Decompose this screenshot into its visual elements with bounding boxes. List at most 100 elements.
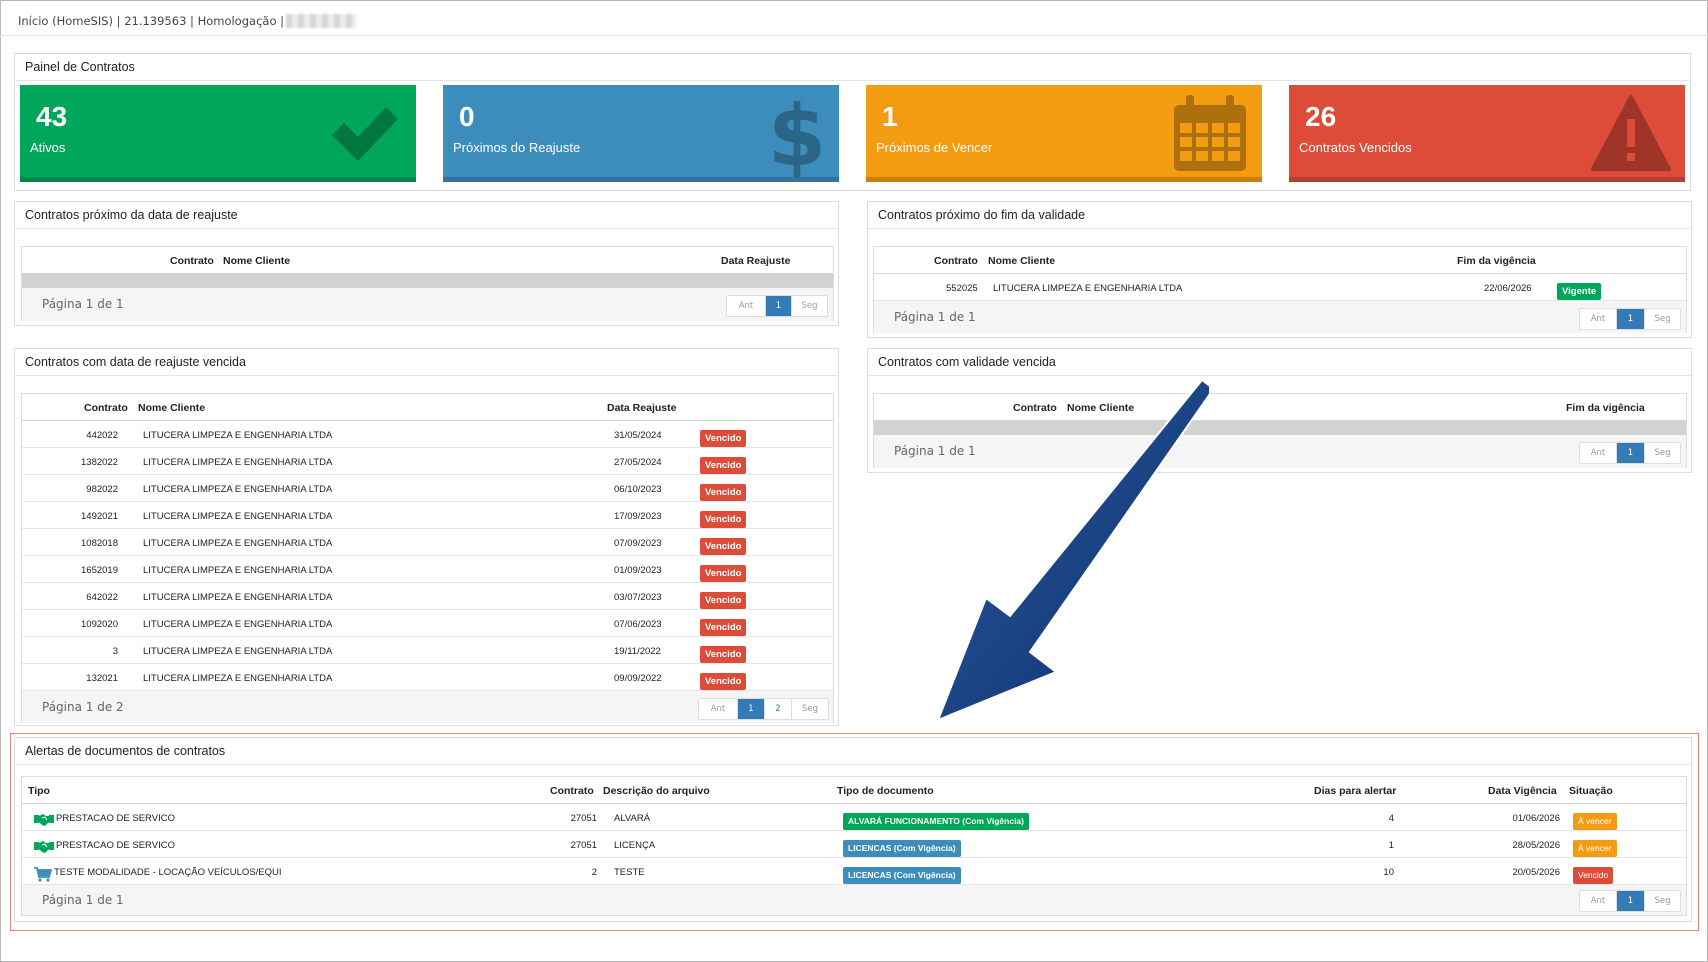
table-row[interactable]: 132021 LITUCERA LIMPEZA E ENGENHARIA LTDA… [22,664,833,691]
next-page-button[interactable]: Seg [791,699,828,719]
prev-page-button[interactable]: Ant [727,296,765,316]
card-count: 43 [36,101,68,132]
table-row[interactable]: PRESTACAO DE SERVICO 27051 ALVARÁ ALVARÁ FU… [22,804,1686,831]
table-row[interactable]: 642022 LITUCERA LIMPEZA E ENGENHARIA LTDA… [22,583,833,610]
cell-cliente: LITUCERA LIMPEZA E ENGENHARIA LTDA [143,673,333,684]
cell-dias: 1 [1388,840,1394,851]
cell-data: 03/07/2023 [614,592,662,603]
cell-contrato: 3 [112,646,118,657]
table-row[interactable]: 442022 LITUCERA LIMPEZA E ENGENHARIA LTDA… [22,421,833,448]
cell-data: 28/05/2026 [1512,840,1560,851]
cell-data: 31/05/2024 [614,430,662,441]
col-contrato: Contrato [170,255,214,267]
cell-contrato: 1092020 [81,619,118,630]
next-page-button[interactable]: Seg [1644,891,1680,911]
status-badge: Vencido [700,484,747,501]
cell-data: 22/06/2026 [1484,283,1532,294]
col-nome-cliente: Nome Cliente [223,255,291,267]
panel-title: Painel de Contratos [15,54,1690,81]
calendar-icon [1174,95,1246,171]
page-1-button[interactable]: 1 [737,699,764,719]
cart-icon [34,867,53,885]
table-row[interactable]: 1382022 LITUCERA LIMPEZA E ENGENHARIA LTD… [22,448,833,475]
cell-cliente: LITUCERA LIMPEZA E ENGENHARIA LTDA [143,538,333,549]
table-row[interactable]: 1652019 LITUCERA LIMPEZA E ENGENHARIA LTD… [22,556,833,583]
page-1-button[interactable]: 1 [1616,443,1644,463]
status-badge: Vencido [700,538,747,555]
col-tipo-documento: Tipo de documento [837,785,934,797]
pagination: Ant 1 Seg [726,295,828,317]
col-nome-cliente: Nome Cliente [988,255,1056,267]
col-fim-vigencia: Fim da vigência [1457,255,1536,267]
table-header: Contrato Nome Cliente Fim da vigência [874,247,1686,274]
header-divider [0,35,1708,36]
table-footer: Página 1 de 1 Ant 1 Seg [22,288,833,321]
card-count: 26 [1305,101,1337,132]
cell-data: 07/06/2023 [614,619,662,630]
cell-contrato: 1382022 [81,457,118,468]
table-row[interactable]: 1492021 LITUCERA LIMPEZA E ENGENHARIA LTD… [22,502,833,529]
table-row[interactable]: 3 LITUCERA LIMPEZA E ENGENHARIA LTDA 19/11… [22,637,833,664]
cell-data: 19/11/2022 [614,646,661,657]
status-badge: Vencido [700,592,747,609]
card-contratos-vencidos[interactable]: 26 Contratos Vencidos [1289,85,1685,182]
status-badge: Vencido [700,673,747,690]
prev-page-button[interactable]: Ant [1580,891,1616,911]
next-page-button[interactable]: Seg [791,296,827,316]
page-2-button[interactable]: 2 [764,699,791,719]
table-header: Contrato Nome Cliente Data Reajuste [22,394,833,421]
col-contrato: Contrato [550,785,594,797]
handshake-icon [34,840,54,857]
table-row[interactable]: 982022 LITUCERA LIMPEZA E ENGENHARIA LTDA… [22,475,833,502]
cell-contrato: 1082018 [81,538,118,549]
page-indicator: Página 1 de 1 [42,893,124,907]
card-footer-bar [1289,177,1685,182]
page-1-button[interactable]: 1 [1616,309,1644,329]
cell-contrato: 552025 [946,283,978,294]
table-row[interactable]: TESTE MODALIDADE - LOCAÇÃO VEÍCULOS/EQUI… [22,858,1686,885]
prev-page-button[interactable]: Ant [1580,309,1616,329]
page-1-button[interactable]: 1 [765,296,791,316]
table-reajuste: Contrato Nome Cliente Data Reajuste Pági… [21,246,834,321]
col-tipo: Tipo [28,785,50,797]
panel-title: Contratos próximo do fim da validade [868,202,1691,229]
prev-page-button[interactable]: Ant [699,699,737,719]
card-footer-bar [20,177,416,182]
card-proximos-reajuste[interactable]: 0 Próximos do Reajuste $ [443,85,839,182]
card-proximos-vencer[interactable]: 1 Próximos de Vencer [866,85,1262,182]
page-1-button[interactable]: 1 [1616,891,1644,911]
next-page-button[interactable]: Seg [1644,443,1680,463]
next-page-button[interactable]: Seg [1644,309,1680,329]
pagination: Ant 1 Seg [1579,890,1681,912]
card-count: 0 [459,101,475,132]
cell-cliente: LITUCERA LIMPEZA E ENGENHARIA LTDA [143,646,333,657]
table-footer: Página 1 de 1 Ant 1 Seg [874,301,1686,333]
cell-data: 09/09/2022 [614,673,662,684]
cell-dias: 10 [1383,867,1394,878]
table-row[interactable]: 1082018 LITUCERA LIMPEZA E ENGENHARIA LTD… [22,529,833,556]
col-data-vigencia: Data Vigência [1488,785,1557,797]
status-badge: Vencido [1573,867,1614,884]
table-validade: Contrato Nome Cliente Fim da vigência 55… [873,246,1687,333]
card-footer-bar [866,177,1262,182]
cell-data: 27/05/2024 [614,457,662,468]
cell-dias: 4 [1388,813,1394,824]
table-reajuste-vencida: Contrato Nome Cliente Data Reajuste 4420… [21,393,834,723]
card-label: Contratos Vencidos [1299,140,1412,155]
col-fim-vigencia: Fim da vigência [1566,402,1645,414]
empty-row [22,274,833,288]
annotation-arrow [937,380,1211,721]
panel-title: Alertas de documentos de contratos [15,738,1691,765]
cell-data: 17/09/2023 [614,511,662,522]
prev-page-button[interactable]: Ant [1580,443,1616,463]
table-row[interactable]: PRESTACAO DE SERVICO 27051 LICENÇA LICENCAS… [22,831,1686,858]
table-footer: Página 1 de 1 Ant 1 Seg [22,885,1686,915]
status-badge: Vencido [700,457,747,474]
col-data-reajuste: Data Reajuste [607,402,677,414]
card-label: Ativos [30,140,66,155]
status-badge: Vigente [1557,283,1602,300]
card-ativos[interactable]: 43 Ativos [20,85,416,182]
table-row[interactable]: 552025 LITUCERA LIMPEZA E ENGENHARIA LTD… [874,274,1686,301]
table-row[interactable]: 1092020 LITUCERA LIMPEZA E ENGENHARIA LTD… [22,610,833,637]
table-footer: Página 1 de 2 Ant 1 2 Seg [22,691,833,723]
